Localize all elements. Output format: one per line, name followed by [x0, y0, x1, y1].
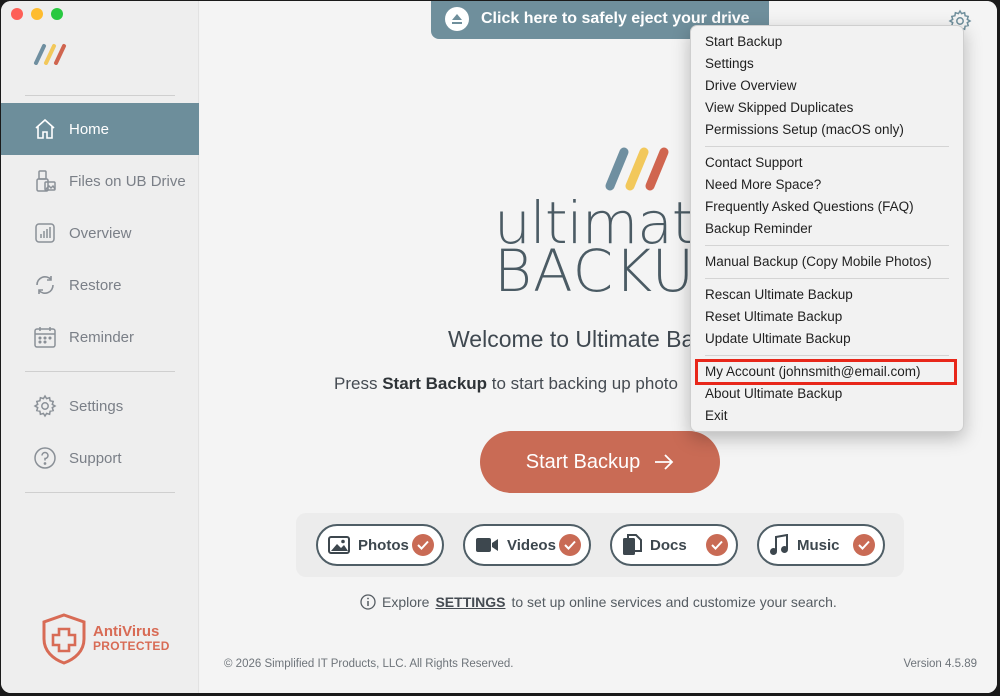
- sidebar-item-label: Home: [69, 120, 110, 138]
- menu-item-settings[interactable]: Settings: [691, 53, 963, 75]
- menu-separator: [705, 278, 949, 279]
- menu-item-view-skipped-duplicates[interactable]: View Skipped Duplicates: [691, 97, 963, 119]
- antivirus-badge: AntiVirus PROTECTED: [41, 613, 170, 665]
- sidebar-item-label: Support: [69, 449, 122, 467]
- menu-item-faq[interactable]: Frequently Asked Questions (FAQ): [691, 196, 963, 218]
- sidebar-item-label: Reminder: [69, 328, 135, 346]
- window-controls: [11, 8, 63, 20]
- start-backup-button[interactable]: Start Backup: [480, 431, 720, 493]
- zoom-window-button[interactable]: [51, 8, 63, 20]
- sidebar-item-label: Restore: [69, 276, 122, 294]
- menu-item-update[interactable]: Update Ultimate Backup: [691, 328, 963, 350]
- help-icon: [34, 447, 56, 469]
- app-logo-icon: [34, 44, 66, 65]
- category-photos-toggle[interactable]: Photos: [316, 524, 444, 566]
- version-text: Version 4.5.89: [903, 658, 977, 670]
- instruction-text: Press Start Backup to start backing up p…: [334, 374, 678, 394]
- settings-dropdown-menu: Start Backup Settings Drive Overview Vie…: [690, 25, 964, 432]
- sidebar-item-reminder[interactable]: Reminder: [1, 311, 199, 363]
- category-label: Videos: [507, 536, 556, 554]
- settings-link[interactable]: SETTINGS: [435, 594, 505, 610]
- video-icon: [476, 538, 498, 552]
- antivirus-line2: PROTECTED: [93, 639, 170, 653]
- category-label: Docs: [650, 536, 687, 554]
- menu-item-backup-reminder[interactable]: Backup Reminder: [691, 218, 963, 240]
- sidebar-divider: [25, 492, 175, 493]
- checkmark-icon: [559, 534, 581, 556]
- menu-separator: [705, 355, 949, 356]
- explore-suffix: to set up online services and customize …: [511, 594, 837, 610]
- instruction-bold: Start Backup: [382, 374, 488, 393]
- sidebar-item-label: Settings: [69, 397, 124, 415]
- brand-logo-icon: [494, 146, 564, 192]
- home-icon: [35, 118, 55, 139]
- sidebar: Home Files on UB Drive Overview Restore …: [1, 1, 199, 693]
- sidebar-item-overview[interactable]: Overview: [1, 207, 199, 259]
- sidebar-item-support[interactable]: Support: [1, 432, 199, 484]
- sidebar-item-files-on-ub-drive[interactable]: Files on UB Drive: [1, 155, 199, 207]
- antivirus-text: AntiVirus PROTECTED: [93, 623, 170, 653]
- menu-item-rescan[interactable]: Rescan Ultimate Backup: [691, 284, 963, 306]
- sidebar-item-home[interactable]: Home: [1, 103, 199, 155]
- menu-item-my-account[interactable]: My Account (johnsmith@email.com): [695, 359, 957, 385]
- menu-separator: [705, 245, 949, 246]
- calendar-icon: [34, 327, 56, 348]
- menu-item-drive-overview[interactable]: Drive Overview: [691, 75, 963, 97]
- menu-item-about[interactable]: About Ultimate Backup: [691, 383, 963, 405]
- photo-icon: [328, 536, 350, 554]
- close-window-button[interactable]: [11, 8, 23, 20]
- menu-item-reset[interactable]: Reset Ultimate Backup: [691, 306, 963, 328]
- music-icon: [770, 534, 788, 555]
- category-panel: Photos Videos Docs Music: [296, 513, 904, 577]
- menu-item-start-backup[interactable]: Start Backup: [691, 31, 963, 53]
- menu-item-exit[interactable]: Exit: [691, 405, 963, 427]
- antivirus-line1: AntiVirus: [93, 623, 160, 640]
- category-docs-toggle[interactable]: Docs: [610, 524, 738, 566]
- welcome-heading: Welcome to Ultimate Ba: [448, 326, 695, 352]
- category-videos-toggle[interactable]: Videos: [463, 524, 591, 566]
- checkmark-icon: [853, 534, 875, 556]
- menu-item-manual-backup[interactable]: Manual Backup (Copy Mobile Photos): [691, 251, 963, 273]
- sidebar-item-restore[interactable]: Restore: [1, 259, 199, 311]
- sidebar-item-settings[interactable]: Settings: [1, 380, 199, 432]
- shield-cross-icon: [42, 613, 86, 665]
- overview-chart-icon: [35, 223, 55, 243]
- category-music-toggle[interactable]: Music: [757, 524, 885, 566]
- checkmark-icon: [412, 534, 434, 556]
- minimize-window-button[interactable]: [31, 8, 43, 20]
- sidebar-divider: [25, 95, 175, 96]
- menu-separator: [705, 146, 949, 147]
- sidebar-item-label: Files on UB Drive: [69, 172, 186, 190]
- restore-icon: [36, 275, 54, 295]
- menu-item-need-more-space[interactable]: Need More Space?: [691, 174, 963, 196]
- menu-item-contact-support[interactable]: Contact Support: [691, 152, 963, 174]
- gear-icon: [33, 394, 57, 418]
- start-backup-label: Start Backup: [525, 450, 641, 473]
- instruction-suffix: to start backing up photo: [487, 374, 678, 393]
- eject-icon: [445, 7, 469, 31]
- drive-files-icon: [36, 170, 56, 192]
- checkmark-icon: [706, 534, 728, 556]
- arrow-right-icon: [655, 454, 674, 470]
- menu-item-permissions-setup[interactable]: Permissions Setup (macOS only): [691, 119, 963, 141]
- instruction-prefix: Press: [334, 374, 383, 393]
- sidebar-divider: [25, 371, 175, 372]
- copyright-text: © 2026 Simplified IT Products, LLC. All …: [224, 658, 514, 670]
- category-label: Music: [797, 536, 840, 554]
- info-icon: [360, 594, 376, 610]
- app-window: Home Files on UB Drive Overview Restore …: [1, 1, 997, 693]
- category-label: Photos: [358, 536, 409, 554]
- docs-icon: [623, 534, 642, 555]
- sidebar-item-label: Overview: [69, 224, 132, 242]
- explore-prefix: Explore: [382, 594, 430, 610]
- explore-settings-hint: Explore SETTINGS to set up online servic…: [360, 594, 837, 610]
- brand-stripes-icon: [605, 147, 669, 191]
